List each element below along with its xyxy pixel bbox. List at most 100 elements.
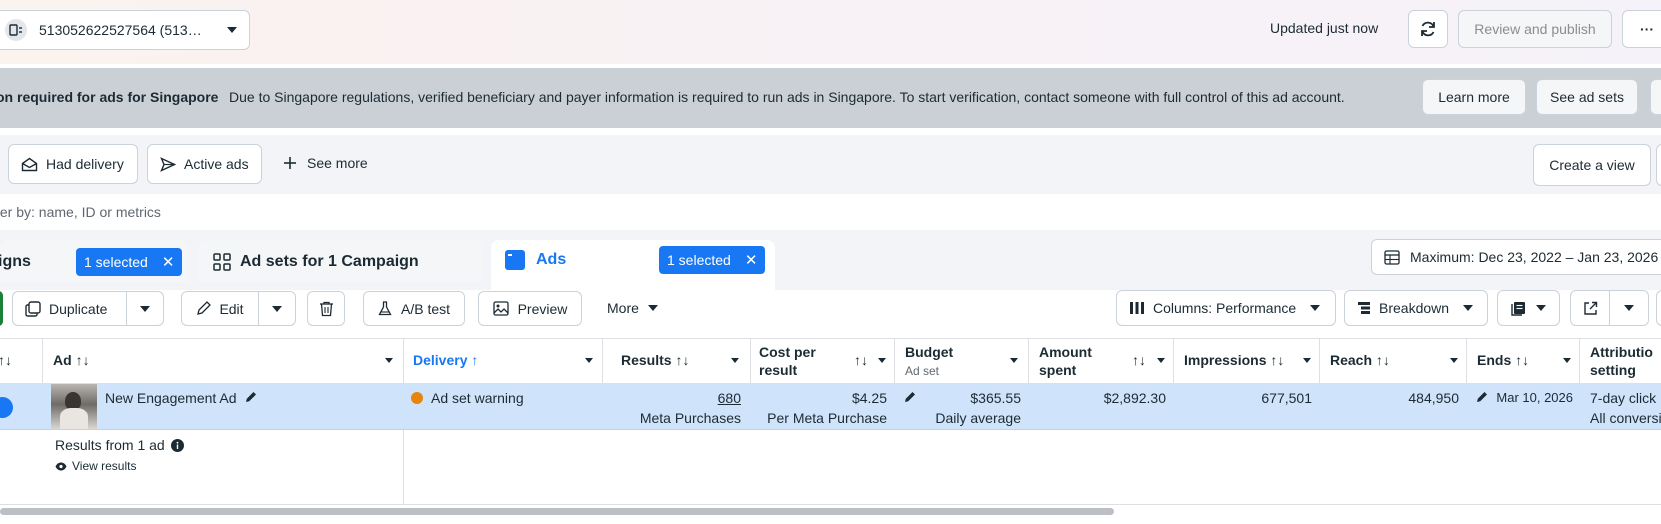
budget-value: $365.55 — [970, 390, 1021, 406]
ends-value: Mar 10, 2026 — [1496, 390, 1573, 405]
date-range-picker[interactable]: Maximum: Dec 23, 2022 – Jan 23, 2026 — [1371, 239, 1661, 275]
export-button[interactable] — [1570, 290, 1610, 326]
search-placeholder: ter by: name, ID or metrics — [0, 204, 161, 220]
table-footer-divider — [0, 504, 1661, 505]
column-header-delivery-label: Delivery ↑ — [413, 352, 479, 368]
more-actions-button[interactable]: More — [607, 300, 658, 316]
budget-label: Daily average — [935, 410, 1021, 426]
account-label: 513052622527564 (513… — [39, 22, 202, 38]
sort-icon: ↑↓ — [1375, 352, 1390, 368]
column-header-results[interactable]: Results ↑↓ — [603, 338, 751, 384]
sort-icon: ↑↓ — [1270, 352, 1285, 368]
column-header-amount-spent[interactable]: Amount spent ↑↓ — [1029, 338, 1174, 384]
see-more-label: See more — [307, 155, 368, 171]
chevron-down-icon — [1303, 358, 1311, 363]
horizontal-scrollbar[interactable] — [0, 508, 1114, 515]
duplicate-label: Duplicate — [49, 300, 108, 317]
column-header-toggle[interactable]: ↑↓ — [0, 338, 43, 384]
view-options-button[interactable] — [1656, 144, 1661, 186]
toolbar-extra-button[interactable] — [1656, 290, 1661, 326]
verification-banner: on required for ads for Singapore Due to… — [0, 68, 1661, 128]
close-icon[interactable]: ✕ — [745, 251, 758, 269]
tab-campaigns-label: igns — [0, 253, 31, 270]
amount-spent-value: $2,892.30 — [1103, 390, 1166, 406]
column-header-cost-per-result[interactable]: Cost per result ↑↓ — [751, 338, 895, 384]
create-button-partial[interactable] — [0, 291, 3, 326]
see-more-button[interactable]: See more — [283, 155, 368, 171]
review-publish-button[interactable]: Review and publish — [1458, 10, 1612, 48]
reach-value: 484,950 — [1408, 390, 1459, 406]
column-header-ends-label: Ends ↑↓ — [1477, 352, 1530, 368]
envelope-icon — [21, 157, 38, 171]
view-results-link[interactable]: View results — [55, 459, 136, 473]
sort-icon: ↑↓ — [1515, 352, 1530, 368]
create-view-button[interactable]: Create a view — [1533, 144, 1651, 186]
flask-icon — [378, 301, 392, 316]
column-header-ad[interactable]: Ad ↑↓ — [43, 338, 404, 384]
preview-label: Preview — [517, 300, 568, 317]
ad-name[interactable]: New Engagement Ad — [105, 390, 237, 406]
send-icon — [160, 156, 176, 172]
updated-status: Updated just now — [1270, 20, 1379, 36]
warning-status-dot — [411, 392, 423, 404]
ads-selected-label: 1 selected — [667, 252, 731, 268]
search-filter-input[interactable]: ter by: name, ID or metrics — [0, 194, 1661, 230]
column-header-delivery[interactable]: Delivery ↑ — [404, 338, 603, 384]
breakdown-selector[interactable]: Breakdown — [1344, 290, 1488, 326]
had-delivery-filter[interactable]: Had delivery — [8, 144, 138, 184]
delete-button[interactable] — [307, 291, 345, 326]
chevron-down-icon — [1563, 358, 1571, 363]
edit-button[interactable]: Edit — [181, 291, 259, 326]
edit-label: Edit — [219, 300, 244, 317]
chevron-down-icon — [1010, 358, 1018, 363]
account-selector[interactable]: 513052622527564 (513… — [0, 10, 250, 50]
pencil-icon — [197, 301, 212, 315]
info-icon[interactable] — [170, 438, 184, 452]
column-header-attribution-label: Attributio setting — [1590, 344, 1653, 378]
refresh-icon — [1421, 21, 1435, 37]
attribution-label: All conversion — [1590, 410, 1661, 426]
chevron-down-icon — [1463, 305, 1474, 311]
tab-ads-label: Ads — [536, 251, 567, 268]
more-options-button[interactable]: ··· — [1622, 10, 1661, 48]
columns-selector[interactable]: Columns: Performance — [1116, 290, 1336, 326]
column-header-budget[interactable]: Budget Ad set — [895, 338, 1029, 384]
column-header-attribution[interactable]: Attributio setting — [1580, 338, 1661, 384]
report-icon — [1511, 301, 1525, 316]
chevron-down-icon — [272, 305, 282, 312]
reports-button[interactable] — [1497, 290, 1560, 326]
see-ad-sets-button[interactable]: See ad sets — [1536, 79, 1638, 115]
export-dropdown[interactable] — [1609, 290, 1649, 326]
pencil-icon[interactable] — [245, 391, 257, 403]
external-link-icon — [1583, 301, 1597, 315]
column-header-ad-label: Ad ↑↓ — [53, 352, 90, 368]
column-header-ends[interactable]: Ends ↑↓ — [1467, 338, 1580, 384]
column-header-budget-label: Budget Ad set — [905, 344, 954, 378]
chevron-down-icon — [647, 305, 658, 311]
columns-label: Columns: Performance — [1153, 300, 1297, 316]
results-value[interactable]: 680 — [603, 390, 741, 406]
column-header-reach[interactable]: Reach ↑↓ — [1320, 338, 1467, 384]
trash-icon — [319, 301, 333, 316]
chevron-down-icon — [1157, 358, 1165, 363]
tab-ad-sets-label: Ad sets for 1 Campaign — [240, 253, 419, 270]
edit-dropdown[interactable] — [258, 291, 296, 326]
banner-extra-button[interactable] — [1650, 79, 1661, 115]
ads-selected-pill[interactable]: 1 selected ✕ — [659, 246, 766, 274]
chevron-down-icon — [1624, 305, 1634, 311]
grid-icon — [213, 253, 231, 271]
duplicate-button[interactable]: Duplicate — [12, 291, 127, 326]
preview-button[interactable]: Preview — [478, 291, 582, 326]
learn-more-button[interactable]: Learn more — [1422, 79, 1526, 115]
ab-test-button[interactable]: A/B test — [363, 291, 465, 326]
refresh-button[interactable] — [1408, 10, 1448, 48]
close-icon[interactable]: ✕ — [162, 253, 175, 271]
active-ads-filter[interactable]: Active ads — [147, 144, 262, 184]
impressions-value: 677,501 — [1261, 390, 1312, 406]
sort-icon: ↑↓ — [854, 352, 868, 368]
column-header-impressions-label: Impressions ↑↓ — [1184, 352, 1285, 368]
copy-icon — [25, 300, 41, 317]
duplicate-dropdown[interactable] — [126, 291, 164, 326]
column-header-impressions[interactable]: Impressions ↑↓ — [1174, 338, 1320, 384]
campaigns-selected-pill[interactable]: 1 selected ✕ — [76, 248, 183, 276]
